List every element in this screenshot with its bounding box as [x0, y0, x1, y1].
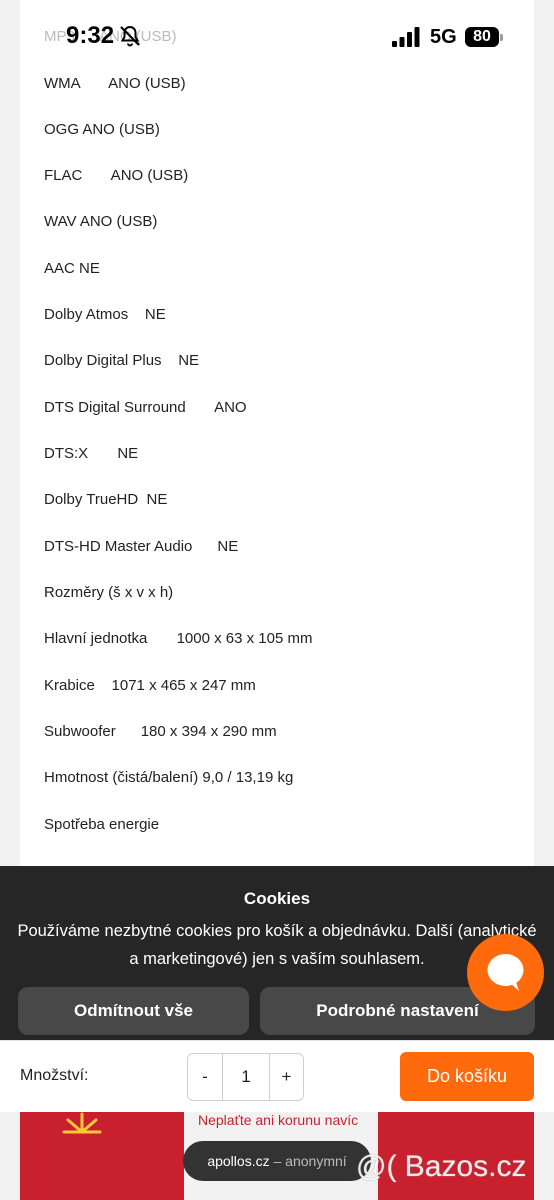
spec-row-aac: AAC NE — [44, 260, 100, 277]
spec-row-main-unit: Hlavní jednotka 1000 x 63 x 105 mm — [44, 630, 313, 647]
url-separator: – — [273, 1153, 282, 1169]
cookie-text: Používáme nezbytné cookies pro košík a o… — [17, 922, 537, 968]
spec-row-dolby-digital-plus: Dolby Digital Plus NE — [44, 352, 200, 369]
quantity-increase-button[interactable]: + — [269, 1053, 304, 1101]
quantity-label: Množství: — [20, 1067, 89, 1084]
bazos-watermark: @( Bazos.cz — [356, 1150, 527, 1183]
chat-button[interactable] — [467, 934, 544, 1011]
spec-row-dolby-truehd: Dolby TrueHD NE — [44, 491, 168, 508]
url-domain: apollos.cz — [207, 1153, 270, 1169]
spec-row-wav: WAV ANO (USB) — [44, 213, 158, 230]
spec-row-subwoofer: Subwoofer 180 x 394 x 290 mm — [44, 723, 277, 740]
reject-all-button[interactable]: Odmítnout vše — [18, 987, 249, 1035]
promo-banner-left[interactable] — [20, 1112, 184, 1200]
spec-row-dts-x: DTS:X NE — [44, 445, 139, 462]
spec-row-wma: WMA ANO (USB) — [44, 75, 186, 92]
spec-row-ogg: OGG ANO (USB) — [44, 121, 160, 138]
add-to-cart-button[interactable]: Do košíku — [400, 1052, 534, 1101]
spec-row-dolby-atmos: Dolby Atmos NE — [44, 306, 166, 323]
network-type: 5G — [430, 26, 457, 48]
promo-text[interactable]: Neplaťte ani korunu navíc — [198, 1112, 358, 1128]
battery-indicator: 80 — [465, 27, 503, 47]
bell-slash-icon — [120, 25, 140, 47]
private-mode-label: anonymní — [285, 1153, 347, 1169]
spec-row-power-consumption: Spotřeba energie — [44, 816, 160, 833]
status-bar: 9:32 5G 80 — [0, 0, 554, 76]
spec-row-dts-digital-surround: DTS Digital Surround ANO — [44, 399, 247, 416]
browser-url-pill[interactable]: apollos.cz – anonymní — [183, 1141, 371, 1181]
cellular-signal-icon — [392, 27, 420, 47]
spec-row-flac: FLAC ANO (USB) — [44, 167, 189, 184]
battery-tip — [500, 34, 503, 41]
spec-row-dimensions-heading: Rozměry (š x v x h) — [44, 584, 174, 601]
spec-row-dts-hd-master-audio: DTS-HD Master Audio NE — [44, 538, 239, 555]
chat-bubble-icon — [487, 954, 524, 991]
spec-row-box: Krabice 1071 x 465 x 247 mm — [44, 677, 256, 694]
quantity-decrease-button[interactable]: - — [187, 1053, 223, 1101]
spec-row-weight: Hmotnost (čistá/balení) 9,0 / 13,19 kg — [44, 769, 294, 786]
quantity-input[interactable]: 1 — [222, 1053, 270, 1101]
sunburst-icon — [62, 1112, 102, 1134]
cookie-title: Cookies — [243, 889, 311, 908]
status-time: 9:32 — [66, 22, 115, 49]
battery-level: 80 — [473, 28, 491, 45]
